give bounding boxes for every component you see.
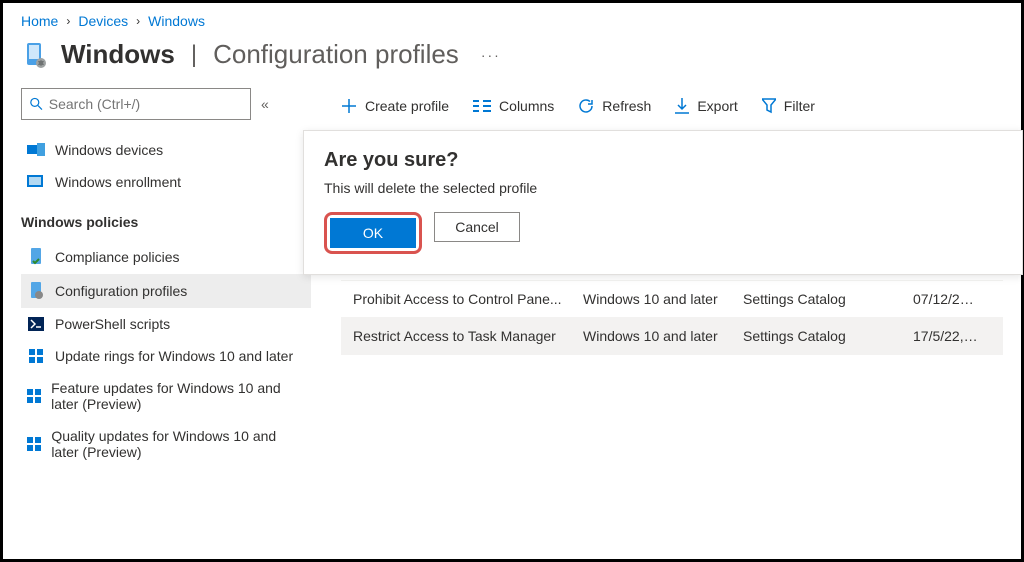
cell-name: Prohibit Access to Control Pane...	[353, 291, 583, 307]
tool-label: Columns	[499, 98, 554, 114]
compliance-icon	[27, 248, 45, 266]
page-subtitle: Configuration profiles	[213, 39, 459, 70]
devices-icon	[27, 143, 45, 157]
confirm-dialog: Are you sure? This will delete the selec…	[303, 130, 1023, 275]
search-input[interactable]	[49, 96, 242, 112]
page-title: Windows	[61, 39, 175, 70]
powershell-icon	[27, 317, 45, 331]
breadcrumb-home[interactable]: Home	[21, 13, 58, 29]
sidebar: « Windows devices Windows enrollment Win…	[21, 88, 311, 468]
profiles-icon	[27, 282, 45, 300]
breadcrumb-windows[interactable]: Windows	[148, 13, 205, 29]
columns-button[interactable]: Columns	[473, 98, 554, 114]
windows-device-icon	[21, 41, 49, 69]
main-panel: Create profile Columns Refresh Export Fi…	[311, 88, 1003, 468]
search-icon	[30, 97, 43, 111]
dialog-title: Are you sure?	[324, 149, 1002, 172]
sidebar-item-label: PowerShell scripts	[55, 316, 170, 332]
cell-platform: Windows 10 and later	[583, 328, 743, 344]
command-bar: Create profile Columns Refresh Export Fi…	[341, 88, 1003, 124]
title-divider: |	[191, 41, 197, 69]
tool-label: Export	[697, 98, 737, 114]
table-row[interactable]: Restrict Access to Task Manager Windows …	[341, 318, 1003, 355]
cell-type: Settings Catalog	[743, 328, 913, 344]
refresh-button[interactable]: Refresh	[578, 98, 651, 114]
cell-modified: 07/12/21, 10:51 pm	[913, 291, 991, 307]
ok-button[interactable]: OK	[330, 218, 416, 248]
sidebar-item-windows-enrollment[interactable]: Windows enrollment	[21, 166, 311, 198]
breadcrumb: Home › Devices › Windows	[21, 13, 1003, 29]
collapse-sidebar-button[interactable]: «	[261, 96, 269, 112]
ok-button-highlight: OK	[324, 212, 422, 254]
chevron-right-icon: ›	[66, 14, 70, 28]
plus-icon	[341, 98, 357, 114]
sidebar-item-label: Feature updates for Windows 10 and later…	[51, 380, 305, 412]
sidebar-item-update-rings[interactable]: Update rings for Windows 10 and later	[21, 340, 311, 372]
sidebar-item-compliance-policies[interactable]: Compliance policies	[21, 240, 311, 274]
search-input-wrap[interactable]	[21, 88, 251, 120]
sidebar-item-label: Compliance policies	[55, 249, 180, 265]
page-title-bar: Windows | Configuration profiles ···	[21, 39, 1003, 70]
columns-icon	[473, 99, 491, 113]
windows-update-icon	[27, 349, 45, 363]
windows-update-icon	[27, 389, 41, 403]
sidebar-item-label: Windows enrollment	[55, 174, 181, 190]
sidebar-item-label: Configuration profiles	[55, 283, 187, 299]
export-button[interactable]: Export	[675, 98, 737, 114]
enrollment-icon	[27, 175, 45, 189]
cell-name: Restrict Access to Task Manager	[353, 328, 583, 344]
sidebar-item-configuration-profiles[interactable]: Configuration profiles	[21, 274, 311, 308]
tool-label: Refresh	[602, 98, 651, 114]
sidebar-heading-policies: Windows policies	[21, 198, 311, 240]
create-profile-button[interactable]: Create profile	[341, 98, 449, 114]
sidebar-item-powershell-scripts[interactable]: PowerShell scripts	[21, 308, 311, 340]
download-icon	[675, 98, 689, 114]
cell-modified: 17/5/22, 11:56 am	[913, 328, 991, 344]
sidebar-item-feature-updates[interactable]: Feature updates for Windows 10 and later…	[21, 372, 311, 420]
tool-label: Filter	[784, 98, 815, 114]
cell-platform: Windows 10 and later	[583, 291, 743, 307]
cancel-button[interactable]: Cancel	[434, 212, 520, 242]
cell-type: Settings Catalog	[743, 291, 913, 307]
refresh-icon	[578, 98, 594, 114]
filter-button[interactable]: Filter	[762, 98, 815, 114]
tool-label: Create profile	[365, 98, 449, 114]
chevron-right-icon: ›	[136, 14, 140, 28]
dialog-message: This will delete the selected profile	[324, 180, 1002, 196]
sidebar-item-quality-updates[interactable]: Quality updates for Windows 10 and later…	[21, 420, 311, 468]
breadcrumb-devices[interactable]: Devices	[78, 13, 128, 29]
sidebar-item-label: Windows devices	[55, 142, 163, 158]
table-row[interactable]: Prohibit Access to Control Pane... Windo…	[341, 281, 1003, 318]
sidebar-item-label: Quality updates for Windows 10 and later…	[51, 428, 305, 460]
more-actions-button[interactable]: ···	[481, 47, 501, 63]
windows-update-icon	[27, 437, 41, 451]
sidebar-item-windows-devices[interactable]: Windows devices	[21, 134, 311, 166]
filter-icon	[762, 98, 776, 114]
sidebar-item-label: Update rings for Windows 10 and later	[55, 348, 293, 364]
